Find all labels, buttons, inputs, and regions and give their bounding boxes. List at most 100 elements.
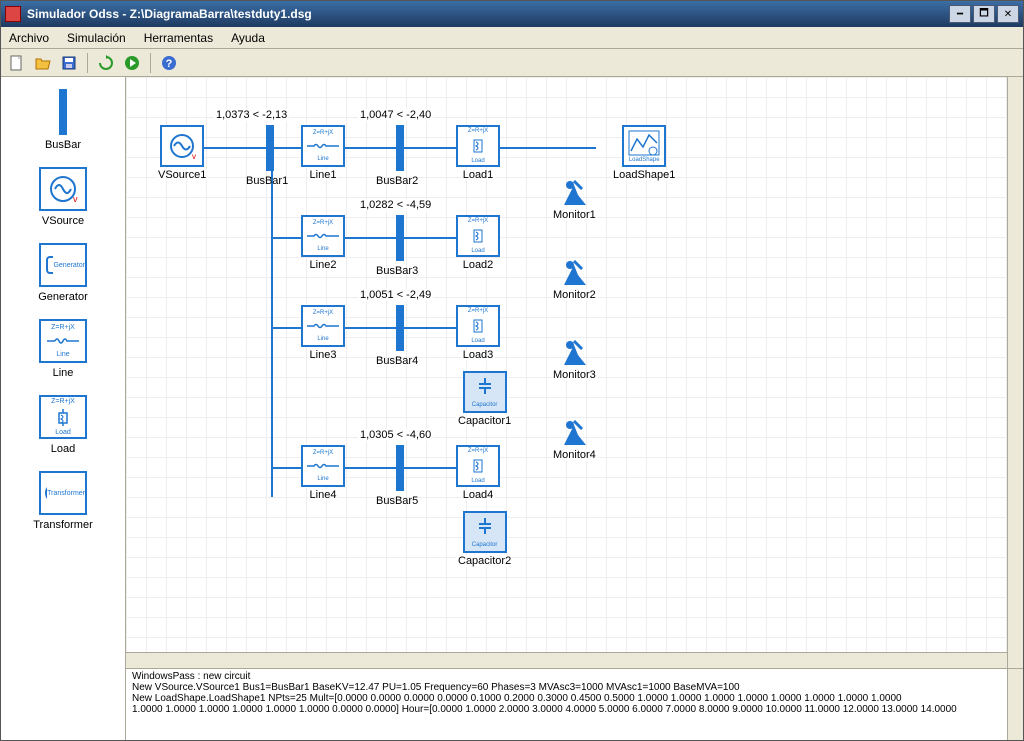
busbar-value: 1,0282 < -4,59 <box>358 199 433 211</box>
node-capacitor1[interactable]: Capacitor Capacitor1 <box>456 371 513 427</box>
node-load4[interactable]: Z=R+jXLoad Load4 <box>456 445 500 501</box>
scrollbar-horizontal[interactable] <box>126 652 1007 668</box>
menu-herramentas[interactable]: Herramentas <box>144 31 213 45</box>
node-label: Line3 <box>308 349 339 361</box>
busbar-value: 1,0373 < -2,13 <box>214 109 289 121</box>
open-folder-icon[interactable] <box>33 53 53 73</box>
titlebar: Simulador Odss - Z:\DiagramaBarra\testdu… <box>1 1 1023 27</box>
vsource-icon: v <box>160 125 204 167</box>
busbar3[interactable] <box>396 215 404 261</box>
node-label: Load4 <box>461 489 496 501</box>
load-icon: Z=R+jXLoad <box>456 125 500 167</box>
palette-item-line[interactable]: Z=R+jXLine Line <box>1 313 125 387</box>
busbar-label: BusBar2 <box>376 175 418 187</box>
menubar: Archivo Simulación Herramentas Ayuda <box>1 27 1023 49</box>
capacitor-icon: Capacitor <box>463 371 507 413</box>
output-line: New VSource.VSource1 Bus1=BusBar1 BaseKV… <box>132 682 1017 693</box>
reload-icon[interactable] <box>96 53 116 73</box>
busbar-value: 1,0047 < -2,40 <box>358 109 433 121</box>
node-label: Line2 <box>308 259 339 271</box>
node-label: Monitor1 <box>551 209 598 221</box>
node-label: Capacitor1 <box>456 415 513 427</box>
busbar5[interactable] <box>396 445 404 491</box>
window-controls: ━ 🗖 ✕ <box>949 5 1019 23</box>
palette-label: Transformer <box>33 519 93 531</box>
line-icon: Z=R+jXLine <box>39 319 87 363</box>
palette-item-vsource[interactable]: v VSource <box>1 161 125 235</box>
output-panel: WindowsPass : new circuit New VSource.VS… <box>126 668 1023 740</box>
node-label: VSource1 <box>156 169 208 181</box>
node-monitor3[interactable]: Monitor3 <box>551 333 598 381</box>
node-loadshape[interactable]: LoadShape LoadShape1 <box>611 125 677 181</box>
svg-text:?: ? <box>166 58 173 70</box>
palette-label: Load <box>51 443 75 455</box>
scrollbar-vertical[interactable] <box>1007 77 1023 668</box>
busbar1[interactable] <box>266 125 274 171</box>
capacitor-icon: Capacitor <box>463 511 507 553</box>
node-line3[interactable]: Z=R+jXLine Line3 <box>301 305 345 361</box>
generator-icon: Generator <box>39 243 87 287</box>
save-icon[interactable] <box>59 53 79 73</box>
busbar-label: BusBar4 <box>376 355 418 367</box>
menu-archivo[interactable]: Archivo <box>9 31 49 45</box>
wire <box>271 147 273 497</box>
app-icon <box>5 6 21 22</box>
palette-item-load[interactable]: Z=R+jXLoad Load <box>1 389 125 463</box>
palette-label: VSource <box>42 215 84 227</box>
run-icon[interactable] <box>122 53 142 73</box>
vsource-icon: v <box>39 167 87 211</box>
toolbar-separator <box>150 53 151 73</box>
loadshape-icon: LoadShape <box>622 125 666 167</box>
node-label: Monitor4 <box>551 449 598 461</box>
monitor-icon <box>554 253 594 289</box>
node-capacitor2[interactable]: Capacitor Capacitor2 <box>456 511 513 567</box>
node-line2[interactable]: Z=R+jXLine Line2 <box>301 215 345 271</box>
minimize-button[interactable]: ━ <box>949 5 971 23</box>
node-monitor4[interactable]: Monitor4 <box>551 413 598 461</box>
node-label: Load3 <box>461 349 496 361</box>
maximize-button[interactable]: 🗖 <box>973 5 995 23</box>
line-icon: Z=R+jXLine <box>301 305 345 347</box>
diagram-canvas[interactable]: v VSource1 1,0373 < -2,13 BusBar1 Z=R+jX… <box>126 77 1023 668</box>
palette-item-transformer[interactable]: Transformer Transformer <box>1 465 125 539</box>
close-button[interactable]: ✕ <box>997 5 1019 23</box>
palette-item-busbar[interactable]: BusBar <box>1 83 125 159</box>
node-line4[interactable]: Z=R+jXLine Line4 <box>301 445 345 501</box>
menu-ayuda[interactable]: Ayuda <box>231 31 265 45</box>
palette-item-generator[interactable]: Generator Generator <box>1 237 125 311</box>
busbar4[interactable] <box>396 305 404 351</box>
output-line: 1.0000 1.0000 1.0000 1.0000 1.0000 1.000… <box>132 704 1017 715</box>
svg-text:v: v <box>73 194 78 204</box>
load-icon: Z=R+jXLoad <box>456 305 500 347</box>
node-label: LoadShape1 <box>611 169 677 181</box>
node-load3[interactable]: Z=R+jXLoad Load3 <box>456 305 500 361</box>
busbar-value: 1,0305 < -4,60 <box>358 429 433 441</box>
node-line1[interactable]: Z=R+jXLine Line1 <box>301 125 345 181</box>
palette-label: BusBar <box>45 139 81 151</box>
node-label: Monitor2 <box>551 289 598 301</box>
busbar2[interactable] <box>396 125 404 171</box>
toolbar-separator <box>87 53 88 73</box>
node-load2[interactable]: Z=R+jXLoad Load2 <box>456 215 500 271</box>
monitor-icon <box>554 333 594 369</box>
node-monitor2[interactable]: Monitor2 <box>551 253 598 301</box>
help-icon[interactable]: ? <box>159 53 179 73</box>
line-icon: Z=R+jXLine <box>301 215 345 257</box>
new-file-icon[interactable] <box>7 53 27 73</box>
menu-simulacion[interactable]: Simulación <box>67 31 126 45</box>
node-label: Line1 <box>308 169 339 181</box>
output-line: New LoadShape.LoadShape1 NPts=25 Mult=[0… <box>132 693 1017 704</box>
node-label: Line4 <box>308 489 339 501</box>
busbar-value: 1,0051 < -2,49 <box>358 289 433 301</box>
palette-label: Line <box>53 367 74 379</box>
component-palette: BusBar v VSource Generator Generator Z=R… <box>1 77 126 740</box>
load-icon: Z=R+jXLoad <box>456 215 500 257</box>
node-vsource[interactable]: v VSource1 <box>156 125 208 181</box>
palette-label: Generator <box>38 291 88 303</box>
node-load1[interactable]: Z=R+jXLoad Load1 <box>456 125 500 181</box>
window-title: Simulador Odss - Z:\DiagramaBarra\testdu… <box>27 7 949 21</box>
svg-text:v: v <box>192 152 196 161</box>
node-monitor1[interactable]: Monitor1 <box>551 173 598 221</box>
scrollbar-vertical[interactable] <box>1007 669 1023 740</box>
line-icon: Z=R+jXLine <box>301 125 345 167</box>
